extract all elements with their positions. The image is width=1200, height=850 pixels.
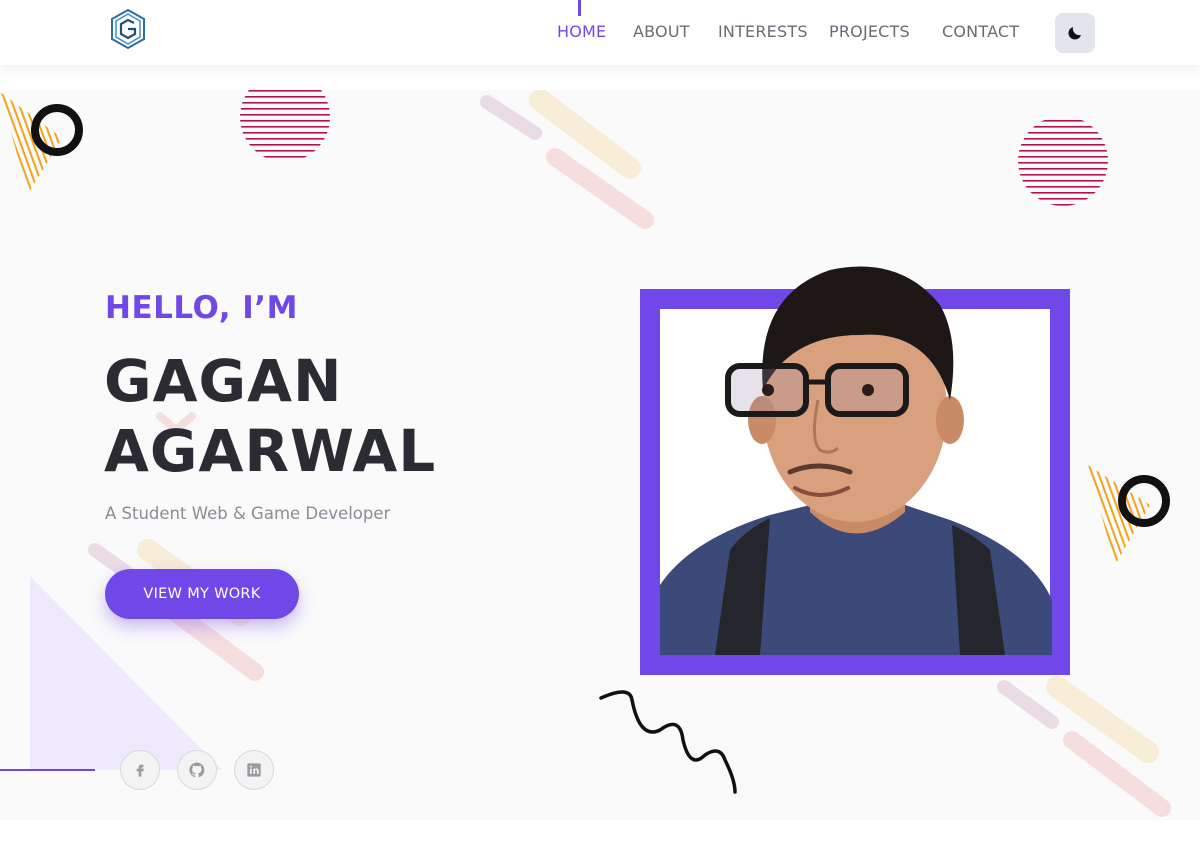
facebook-icon [136,764,144,777]
view-my-work-button[interactable]: VIEW MY WORK [105,569,299,619]
linkedin-icon [247,763,261,777]
hexagon-g-logo-icon [111,8,145,50]
hero-section: HELLO, I’M GAGAN AGARWAL A Student Web &… [0,90,1200,820]
github-icon [189,762,205,778]
nav-about[interactable]: ABOUT [633,22,690,41]
hero-greeting: HELLO, I’M [105,290,298,326]
hero-subtitle: A Student Web & Game Developer [105,504,391,523]
theme-toggle-button[interactable] [1055,13,1095,53]
site-logo[interactable] [108,8,148,50]
nav-projects[interactable]: PROJECTS [829,22,910,41]
moon-icon [1068,27,1081,40]
social-divider [0,769,95,771]
nav-home[interactable]: HOME [557,22,606,41]
linkedin-link[interactable] [234,750,274,790]
nav-interests[interactable]: INTERESTS [718,22,808,41]
active-nav-marker [578,0,581,16]
navbar: HOME ABOUT INTERESTS PROJECTS CONTACT [0,0,1200,65]
profile-photo [660,266,1052,655]
nav-contact[interactable]: CONTACT [942,22,1019,41]
section-gap [0,820,1200,850]
hero-name-last: AGARWAL [104,417,437,485]
hero-name-first: GAGAN [104,347,343,415]
github-link[interactable] [177,750,217,790]
facebook-link[interactable] [120,750,160,790]
